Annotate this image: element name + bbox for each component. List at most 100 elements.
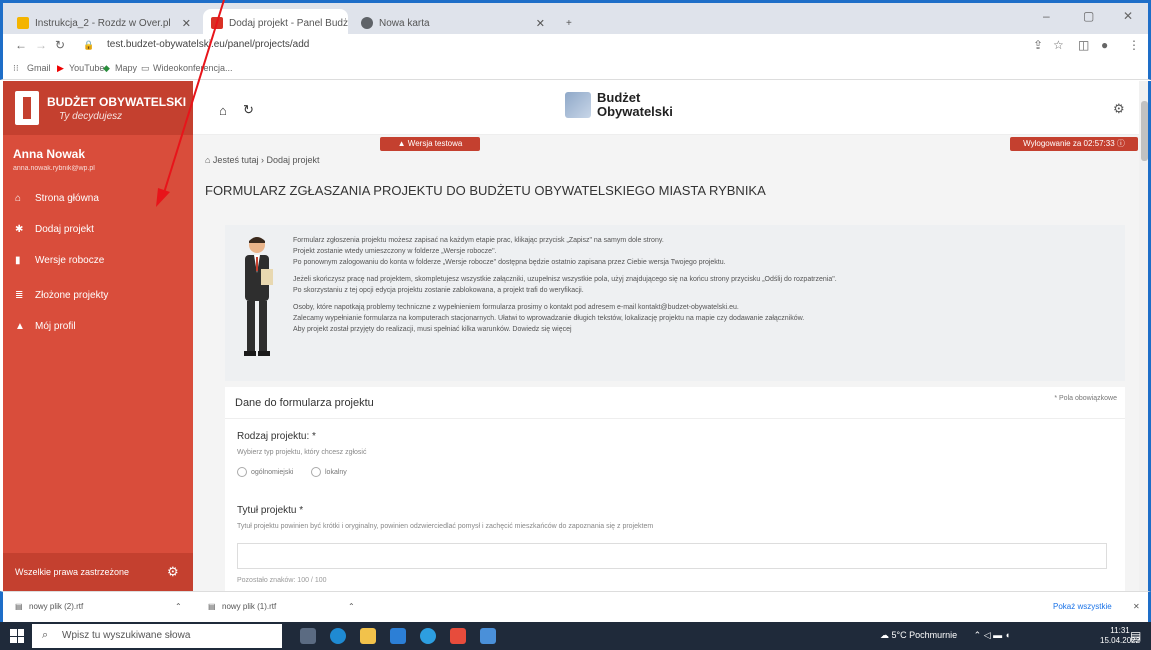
lock-icon[interactable]: 🔒 xyxy=(83,40,94,51)
project-type-hint: Wybierz typ projektu, który chcesz zgłos… xyxy=(237,449,367,456)
info-line: Zalecamy wypełnianie formularza na kompu… xyxy=(293,315,805,322)
info-line: Jeżeli skończysz pracę nad projektem, sk… xyxy=(293,276,837,283)
project-title-hint: Tytuł projektu powinien być krótki i ory… xyxy=(237,523,654,530)
reload-icon[interactable]: ↻ xyxy=(55,38,65,52)
edge-icon[interactable] xyxy=(330,628,346,644)
brand-title: BUDŻET OBYWATELSKI xyxy=(47,95,187,109)
refresh-icon[interactable]: ↻ xyxy=(243,102,254,118)
chrome-icon[interactable] xyxy=(420,628,436,644)
app-icon[interactable] xyxy=(480,628,496,644)
radio-circle[interactable] xyxy=(237,467,247,477)
apps-icon[interactable]: ⁝⁝ xyxy=(13,63,19,74)
task-view-icon[interactable] xyxy=(300,628,316,644)
brand-header[interactable]: BUDŻET OBYWATELSKI Ty decydujesz xyxy=(3,81,193,135)
windows-taskbar: Wpisz tu wyszukiwane słowa ⌕ ☁ 5°C Pochm… xyxy=(0,622,1151,650)
bookmarks-bar: ⁝⁝ Gmail ▶ YouTube ◆ Mapy ▭ Wideokonfere… xyxy=(0,58,1151,80)
sidebar-item-zlozone-projekty[interactable]: ≣ Złożone projekty xyxy=(15,290,108,301)
bookmark-youtube[interactable]: YouTube xyxy=(69,63,104,73)
file-explorer-icon[interactable] xyxy=(360,628,376,644)
back-icon[interactable]: ← xyxy=(15,38,27,52)
sidebar-item-label: Mój profil xyxy=(35,321,76,332)
browser-tab-instrukcja[interactable]: Instrukcja_2 - Rozdz w Over.pl ✕ xyxy=(9,9,199,37)
radio-label: lokalny xyxy=(325,468,347,476)
notifications-icon[interactable]: ▤ xyxy=(1130,629,1141,643)
page-scrollbar[interactable] xyxy=(1139,81,1151,591)
sidebar-item-label: Wersje robocze xyxy=(35,255,105,266)
scrollbar-thumb[interactable] xyxy=(1141,101,1148,161)
project-form: Dane do formularza projektu * Pola obowi… xyxy=(225,387,1125,591)
project-title-input[interactable] xyxy=(237,543,1107,569)
project-title-label: Tytuł projektu * xyxy=(237,505,304,516)
form-header: Dane do formularza projektu * Pola obowi… xyxy=(225,387,1125,419)
close-icon[interactable]: ✕ xyxy=(530,17,545,30)
weather-text[interactable]: 5°C Pochmurnie xyxy=(892,630,958,640)
info-line: Osoby, które napotkają problemy technicz… xyxy=(293,304,739,311)
tab-label: Nowa karta xyxy=(379,17,430,29)
share-icon[interactable]: ⇪ xyxy=(1033,38,1043,52)
copyright-text: Wszelkie prawa zastrzeżone xyxy=(15,567,130,577)
new-tab-button[interactable]: + xyxy=(558,9,582,37)
maximize-button[interactable]: ▢ xyxy=(1083,9,1094,23)
store-icon[interactable] xyxy=(390,628,406,644)
minimize-button[interactable]: – xyxy=(1043,9,1050,23)
document-icon: ▮ xyxy=(15,255,21,266)
sidebar-item-moj-profil[interactable]: ▲ Mój profil xyxy=(15,321,76,332)
bookmark-gmail[interactable]: Gmail xyxy=(27,63,51,73)
bookmark-wideokonferencja[interactable]: Wideokonferencja... xyxy=(153,63,233,73)
logo-line-2: Obywatelski xyxy=(597,104,673,119)
show-all-downloads[interactable]: Pokaż wszystkie xyxy=(1053,602,1112,611)
menu-dots-icon[interactable]: ⋮ xyxy=(1128,38,1140,52)
file-icon: ▤ xyxy=(208,602,216,611)
profile-icon[interactable]: ● xyxy=(1101,38,1108,52)
sidebar-footer: Wszelkie prawa zastrzeżone ⚙ xyxy=(3,553,193,591)
bookmark-maps[interactable]: Mapy xyxy=(115,63,137,73)
site-logo[interactable]: Budżet Obywatelski xyxy=(565,91,673,119)
sidebar-item-wersje-robocze[interactable]: ▮ Wersje robocze xyxy=(15,255,104,266)
close-icon[interactable]: ✕ xyxy=(176,17,191,30)
youtube-icon: ▶ xyxy=(57,63,64,73)
extensions-icon[interactable]: ◫ xyxy=(1078,38,1089,52)
info-panel: Formularz zgłoszenia projektu możesz zap… xyxy=(225,225,1125,381)
logo-text: Budżet Obywatelski xyxy=(597,91,673,119)
app-icon[interactable] xyxy=(450,628,466,644)
brand-subtitle: Ty decydujesz xyxy=(59,111,123,122)
settings-icon[interactable]: ⚙ xyxy=(167,564,179,580)
radio-label: ogólnomiejski xyxy=(251,468,294,476)
chevron-up-icon[interactable]: ⌃ xyxy=(175,602,182,611)
address-bar[interactable]: test.budzet-obywatelski.eu/panel/project… xyxy=(103,37,983,55)
system-tray: ☁ 5°C Pochmurnie ⌃ ◁ ▬ ◖ xyxy=(880,630,1010,641)
info-line: Po skorzystaniu z tej opcji edycja proje… xyxy=(293,287,584,294)
window-close-button[interactable]: ✕ xyxy=(1123,9,1133,23)
home-icon[interactable]: ⌂ xyxy=(219,103,227,118)
sidebar-item-dodaj-projekt[interactable]: ✱ Dodaj projekt xyxy=(15,224,94,235)
maps-icon: ◆ xyxy=(103,63,110,73)
info-line: Po ponownym zalogowaniu do konta w folde… xyxy=(293,259,726,266)
forward-icon[interactable]: → xyxy=(35,38,47,52)
char-counter: Pozostało znaków: 100 / 100 xyxy=(237,577,327,584)
home-icon: ⌂ xyxy=(15,193,22,204)
browser-nav-bar: ← → ↻ 🔒 test.budzet-obywatelski.eu/panel… xyxy=(0,34,1151,58)
windows-start-icon[interactable] xyxy=(10,629,24,643)
download-item[interactable]: nowy plik (1).rtf xyxy=(222,602,276,611)
taskbar-search[interactable]: Wpisz tu wyszukiwane słowa xyxy=(32,624,282,648)
radio-circle[interactable] xyxy=(311,467,321,477)
tray-icons[interactable]: ⌃ ◁ ▬ ◖ xyxy=(974,630,1010,640)
chevron-up-icon[interactable]: ⌃ xyxy=(348,602,355,611)
bookmark-star-icon[interactable]: ☆ xyxy=(1053,38,1064,52)
logout-timer-badge[interactable]: Wylogowanie za 02:57:33 ⓘ xyxy=(1010,137,1138,151)
browser-tab-dodaj-projekt[interactable]: Dodaj projekt - Panel Budżetu O... ✕ xyxy=(203,9,348,37)
form-title: Dane do formularza projektu xyxy=(235,397,374,409)
page-title: FORMULARZ ZGŁASZANIA PROJEKTU DO BUDŻETU… xyxy=(205,183,766,198)
settings-icon[interactable]: ⚙ xyxy=(1113,101,1125,117)
info-line[interactable]: Aby projekt został przyjęty do realizacj… xyxy=(293,324,1113,335)
close-downloads-button[interactable]: ✕ xyxy=(1133,602,1140,611)
sidebar-item-strona-glowna[interactable]: ⌂ Strona główna xyxy=(15,193,99,204)
browser-tab-nowa-karta[interactable]: Nowa karta ✕ xyxy=(353,9,553,37)
sidebar-item-label: Strona główna xyxy=(35,193,99,204)
document-icon xyxy=(17,17,29,29)
radio-ogolnomiejski[interactable]: ogólnomiejski xyxy=(237,467,293,477)
cloud-icon: ☁ xyxy=(880,630,889,640)
radio-lokalny[interactable]: lokalny xyxy=(311,467,347,477)
plus-icon: + xyxy=(566,17,572,29)
download-item[interactable]: nowy plik (2).rtf xyxy=(29,602,83,611)
